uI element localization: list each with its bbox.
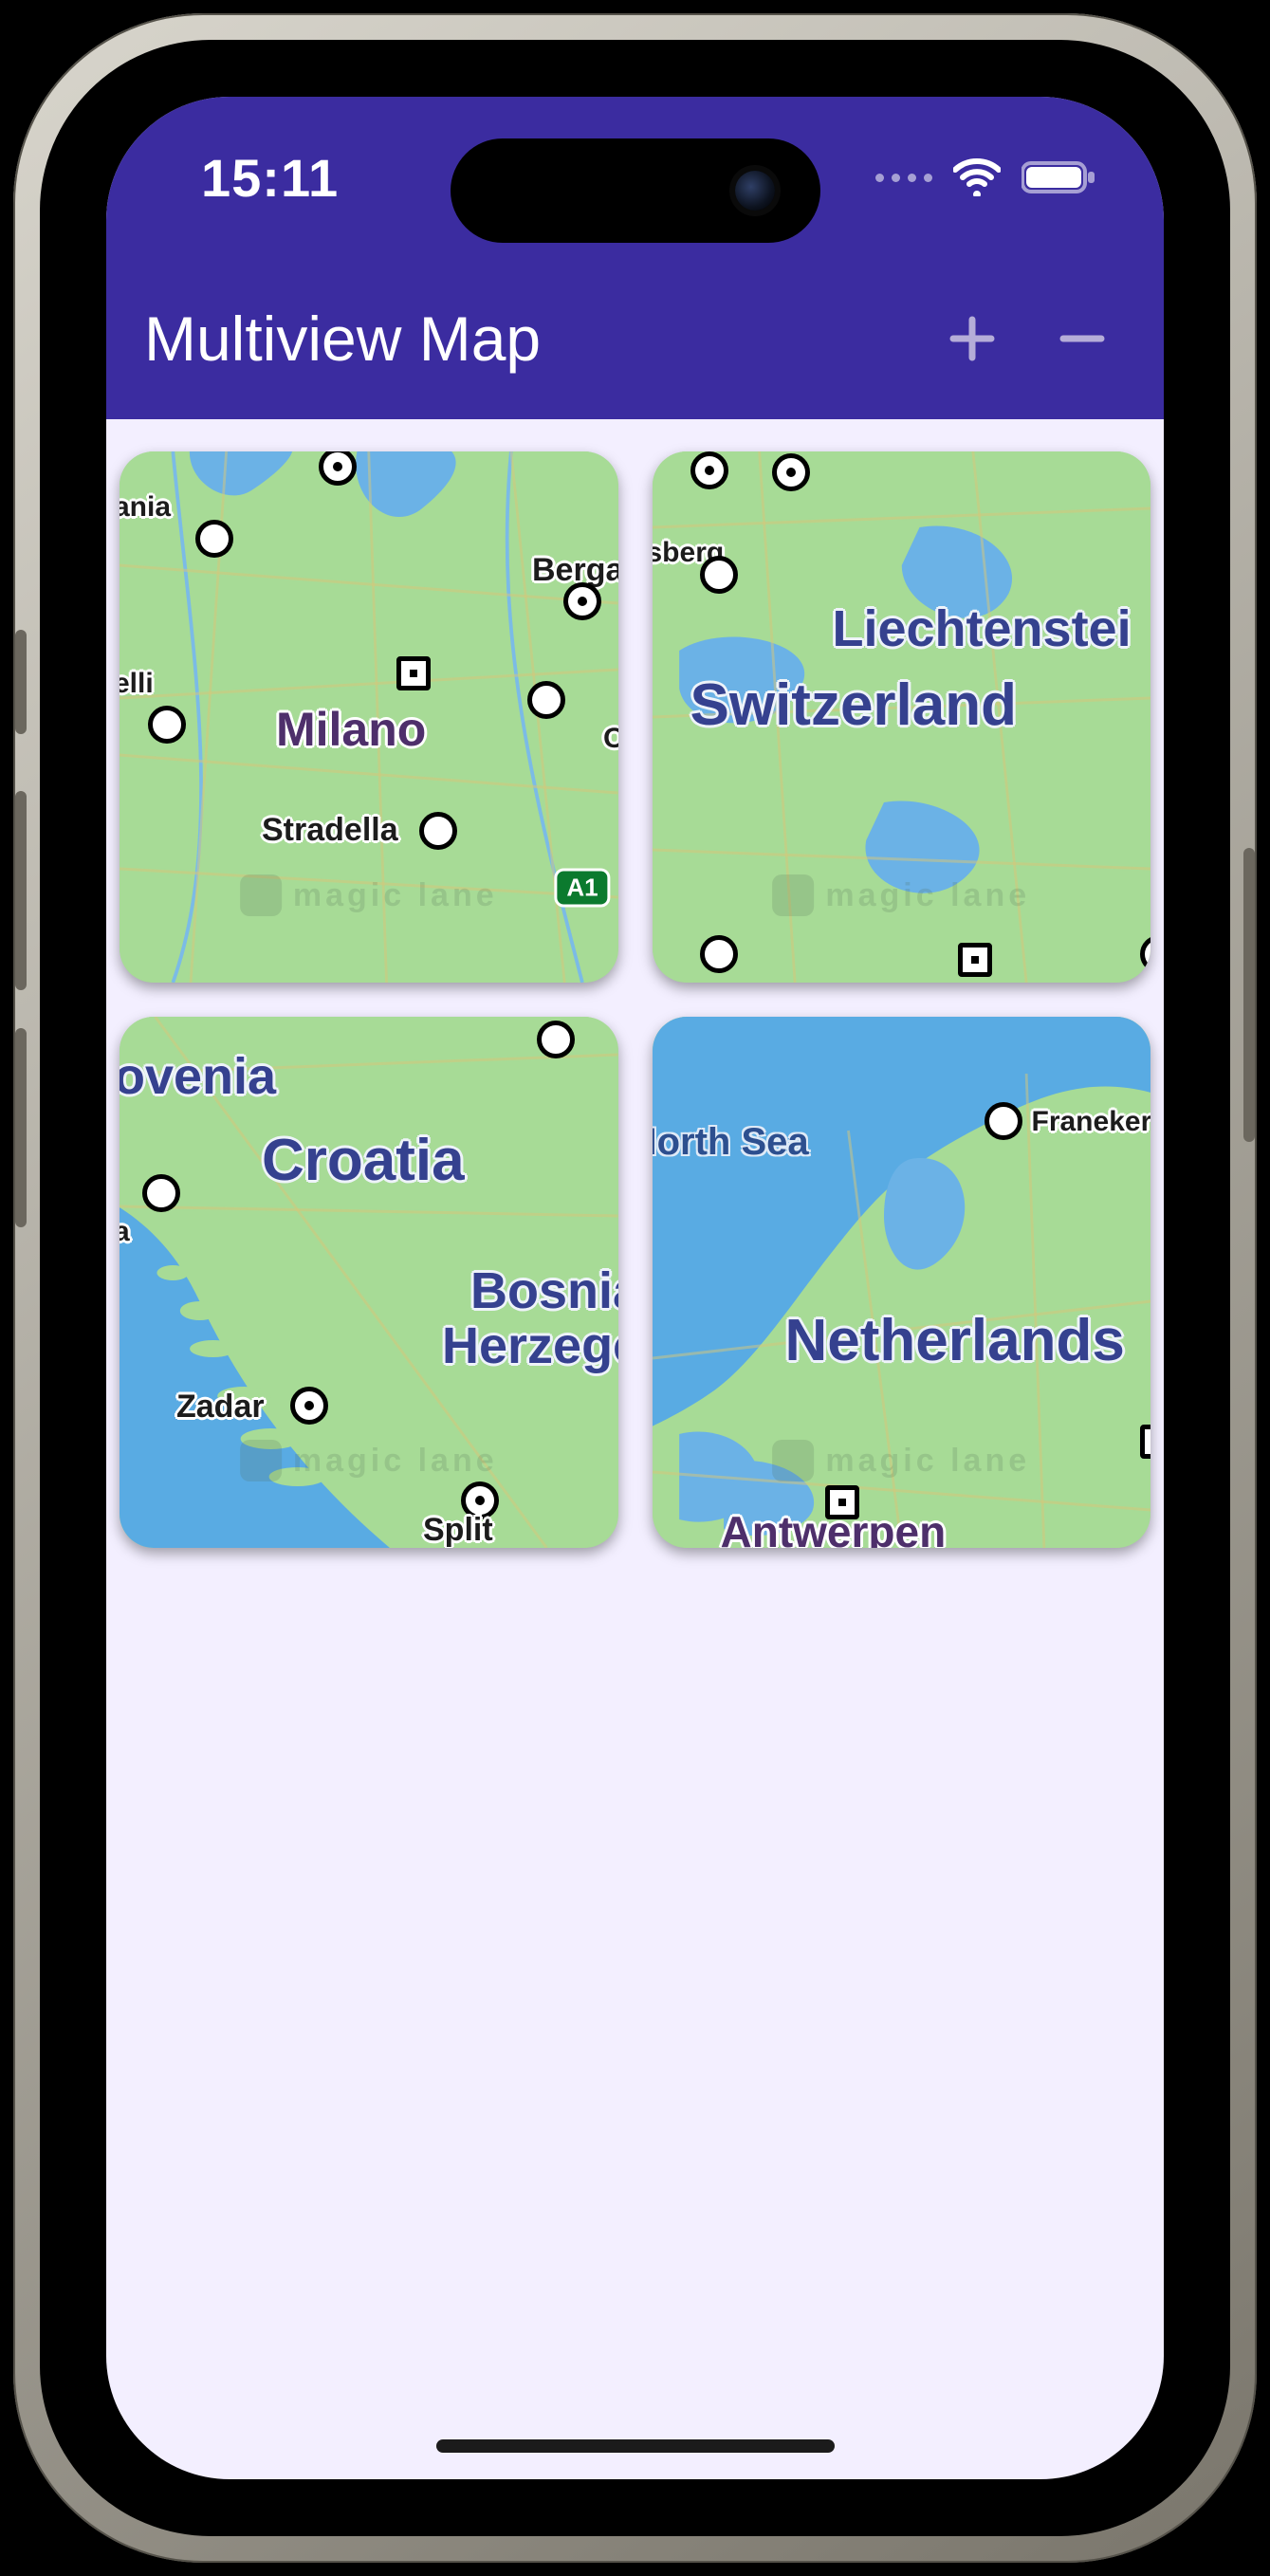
label-north-sea: Iorth Sea <box>653 1121 809 1164</box>
poi-capital <box>958 943 992 977</box>
volume-down-button <box>15 1028 27 1227</box>
label-zadar: Zadar <box>176 1389 265 1426</box>
label-split: Split <box>423 1512 493 1548</box>
label-franeker: Franeker <box>1032 1106 1151 1138</box>
poi <box>148 706 186 744</box>
status-time: 15:11 <box>201 147 339 209</box>
add-map-button[interactable] <box>948 314 997 363</box>
battery-icon <box>1022 159 1097 195</box>
label-or: Or <box>603 723 618 755</box>
watermark: magic lane <box>772 1440 1030 1481</box>
label-switzerland: Switzerland <box>690 672 1018 739</box>
label-slovenia: ovenia <box>120 1047 276 1106</box>
home-indicator[interactable] <box>436 2439 835 2453</box>
screen: 15:11 <box>106 97 1164 2479</box>
poi <box>700 556 738 594</box>
map-grid: ania Bergai elli Milano Or Stradella A1 … <box>106 438 1164 2479</box>
status-right-cluster <box>875 158 1097 196</box>
dynamic-island <box>451 138 820 243</box>
poi <box>142 1174 180 1212</box>
poi <box>772 453 810 491</box>
poi <box>290 1387 328 1425</box>
poi <box>527 681 565 719</box>
label-netherlands: Netherlands <box>785 1307 1125 1374</box>
label-elli: elli <box>120 668 154 700</box>
map-tile-milano[interactable]: ania Bergai elli Milano Or Stradella A1 … <box>120 451 618 983</box>
watermark: magic lane <box>240 1440 498 1481</box>
poi <box>195 520 233 558</box>
poi-capital <box>396 656 431 690</box>
label-stradella: Stradella <box>262 812 398 849</box>
front-camera-icon <box>735 171 775 211</box>
road-badge-a1: A1 <box>554 869 610 908</box>
label-bosnia2: Herzego <box>442 1316 618 1375</box>
poi <box>419 812 457 850</box>
label-ania: ania <box>120 491 171 524</box>
poi <box>690 451 728 489</box>
app-bar: Multiview Map <box>106 258 1164 419</box>
label-antwerpen: Antwerpen <box>721 1506 947 1548</box>
volume-mute-switch <box>15 630 27 734</box>
watermark: magic lane <box>772 874 1030 916</box>
app-bar-actions <box>948 314 1107 363</box>
phone-bezel: 15:11 <box>40 40 1230 2536</box>
label-croatia: Croatia <box>262 1127 465 1194</box>
poi <box>563 582 601 620</box>
map-tile-switzerland[interactable]: sberg Liechtenstei Switzerland magic lan… <box>653 451 1151 983</box>
volume-up-button <box>15 791 27 990</box>
label-milano: Milano <box>276 702 426 757</box>
watermark: magic lane <box>240 874 498 916</box>
remove-map-button[interactable] <box>1058 314 1107 363</box>
poi-capital <box>1140 1425 1151 1459</box>
label-bosnia1: Bosnia <box>470 1261 618 1320</box>
more-dots-icon <box>875 174 932 182</box>
label-liechtenstein: Liechtenstei <box>833 599 1132 658</box>
poi <box>537 1021 575 1058</box>
poi <box>700 935 738 973</box>
map-tile-netherlands[interactable]: Iorth Sea Franeker Netherlands Antwerpen… <box>653 1017 1151 1548</box>
power-button <box>1243 848 1255 1142</box>
phone-frame: 15:11 <box>13 13 1257 2563</box>
poi <box>985 1102 1022 1140</box>
wifi-icon <box>953 158 1001 196</box>
label-a: a <box>120 1216 130 1248</box>
map-tile-croatia[interactable]: ovenia Croatia a Bosnia Herzego Zadar Sp… <box>120 1017 618 1548</box>
page-title: Multiview Map <box>144 303 948 375</box>
